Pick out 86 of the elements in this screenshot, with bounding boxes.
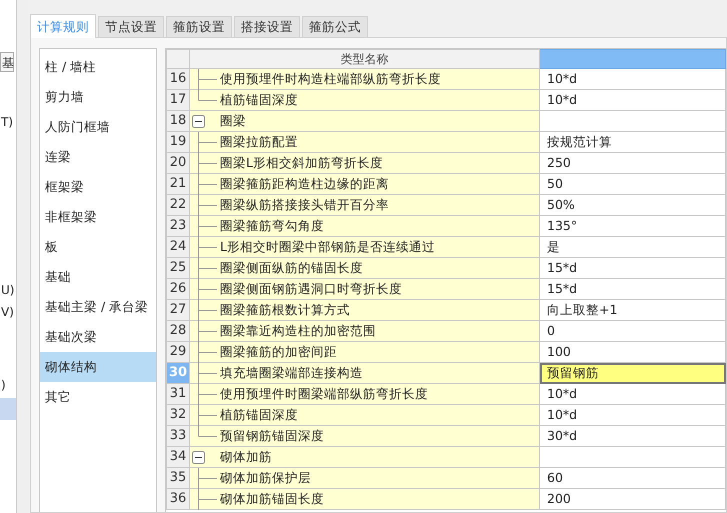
tab[interactable]: 搭接设置 bbox=[234, 16, 300, 37]
value-cell[interactable]: 250 bbox=[540, 152, 726, 174]
setting-name: 使用预埋件时构造柱端部纵筋弯折长度 bbox=[220, 70, 441, 88]
setting-name: L形相交时圈梁中部钢筋是否连续通过 bbox=[220, 238, 435, 256]
setting-name: 砌体加筋 bbox=[220, 448, 272, 466]
value-cell[interactable]: 15*d bbox=[540, 278, 726, 300]
category-item[interactable]: 基础 bbox=[40, 262, 156, 292]
background-text: V) bbox=[0, 304, 15, 321]
value-cell[interactable]: 按规范计算 bbox=[540, 132, 726, 152]
category-item[interactable]: 柱 / 墙柱 bbox=[40, 52, 156, 82]
setting-name: 圈梁箍筋的加密间距 bbox=[220, 342, 337, 361]
value-cell[interactable]: 0 bbox=[540, 320, 726, 342]
setting-name: 植筋锚固深度 bbox=[220, 90, 298, 109]
row-number: 30 bbox=[166, 362, 190, 384]
row-number: 31 bbox=[166, 384, 190, 404]
value-cell[interactable]: 135° bbox=[540, 216, 726, 236]
setting-name: 填充墙圈梁端部连接构造 bbox=[220, 364, 363, 382]
setting-name: 圈梁箍筋根数计算方式 bbox=[220, 300, 350, 319]
category-item[interactable]: 连梁 bbox=[40, 142, 156, 172]
setting-name: 圈梁箍筋弯勾角度 bbox=[220, 216, 324, 235]
row-number: 35 bbox=[166, 468, 190, 488]
value-cell[interactable]: 15*d bbox=[540, 258, 726, 278]
value-cell[interactable]: 50% bbox=[540, 194, 726, 216]
value-cell[interactable]: 是 bbox=[540, 236, 726, 258]
category-item[interactable]: 人防门框墙 bbox=[40, 112, 156, 142]
setting-name: 圈梁纵筋搭接接头错开百分率 bbox=[220, 196, 389, 214]
column-header: 类型名称 bbox=[190, 50, 540, 68]
background-text: 基 bbox=[0, 52, 14, 72]
setting-name: 砌体加筋保护层 bbox=[220, 468, 311, 487]
row-number: 36 bbox=[166, 488, 190, 510]
row-number: 24 bbox=[166, 236, 190, 258]
setting-name: 预留钢筋锚固深度 bbox=[220, 426, 324, 445]
category-item[interactable]: 砌体结构 bbox=[40, 352, 156, 382]
category-item[interactable]: 框架梁 bbox=[40, 172, 156, 202]
row-number: 25 bbox=[166, 258, 190, 278]
setting-name: 圈梁 bbox=[220, 112, 246, 130]
value-cell[interactable]: 50 bbox=[540, 174, 726, 194]
tab[interactable]: 箍筋公式 bbox=[302, 16, 368, 37]
category-item[interactable]: 其它 bbox=[40, 382, 156, 412]
value-cell[interactable]: 10*d bbox=[540, 384, 726, 404]
setting-name: 圈梁拉筋配置 bbox=[220, 132, 298, 151]
value-cell[interactable]: 10*d bbox=[540, 404, 726, 426]
row-number: 19 bbox=[166, 132, 190, 152]
category-item[interactable]: 非框架梁 bbox=[40, 202, 156, 232]
row-number: 23 bbox=[166, 216, 190, 236]
row-number: 20 bbox=[166, 152, 190, 174]
value-cell[interactable] bbox=[540, 110, 726, 132]
setting-name: 砌体加筋锚固长度 bbox=[220, 490, 324, 508]
value-cell[interactable]: 60 bbox=[540, 468, 726, 488]
setting-name: 圈梁侧面钢筋遇洞口时弯折长度 bbox=[220, 280, 402, 298]
value-cell[interactable]: 向上取整+1 bbox=[540, 300, 726, 320]
value-cell[interactable]: 200 bbox=[540, 488, 726, 510]
setting-name: 圈梁侧面纵筋的锚固长度 bbox=[220, 258, 363, 277]
setting-name: 使用预埋件时圈梁端部纵筋弯折长度 bbox=[220, 384, 428, 403]
category-item[interactable]: 板 bbox=[40, 232, 156, 262]
setting-name: 圈梁L形相交斜加筋弯折长度 bbox=[220, 154, 383, 172]
setting-name: 圈梁箍筋距构造柱边缘的距离 bbox=[220, 174, 389, 193]
setting-name: 植筋锚固深度 bbox=[220, 406, 298, 424]
value-cell[interactable]: 10*d bbox=[540, 90, 726, 110]
category-item[interactable]: 剪力墙 bbox=[40, 82, 156, 112]
setting-name: 圈梁靠近构造柱的加密范围 bbox=[220, 322, 376, 340]
row-number: 16 bbox=[166, 68, 190, 90]
row-number: 18 bbox=[166, 110, 190, 132]
collapse-icon[interactable] bbox=[192, 450, 205, 464]
value-cell[interactable]: 30*d bbox=[540, 426, 726, 446]
tab[interactable]: 箍筋设置 bbox=[166, 16, 232, 37]
value-cell[interactable] bbox=[540, 446, 726, 468]
row-number: 21 bbox=[166, 174, 190, 194]
row-number: 34 bbox=[166, 446, 190, 468]
background-text: T) bbox=[0, 114, 14, 131]
category-item[interactable]: 基础次梁 bbox=[40, 322, 156, 352]
row-number: 22 bbox=[166, 194, 190, 216]
row-number: 27 bbox=[166, 300, 190, 320]
row-number: 26 bbox=[166, 278, 190, 300]
value-cell[interactable]: 预留钢筋 bbox=[540, 362, 726, 384]
background-text: ) bbox=[0, 377, 7, 394]
collapse-icon[interactable] bbox=[192, 114, 205, 128]
row-number: 32 bbox=[166, 404, 190, 426]
value-cell[interactable]: 10*d bbox=[540, 68, 726, 90]
row-number: 28 bbox=[166, 320, 190, 342]
tab[interactable]: 节点设置 bbox=[98, 16, 164, 37]
category-item[interactable]: 基础主梁 / 承台梁 bbox=[40, 292, 156, 322]
background-text: U) bbox=[0, 282, 16, 299]
row-number: 29 bbox=[166, 342, 190, 362]
row-number: 33 bbox=[166, 426, 190, 446]
row-number: 17 bbox=[166, 90, 190, 110]
